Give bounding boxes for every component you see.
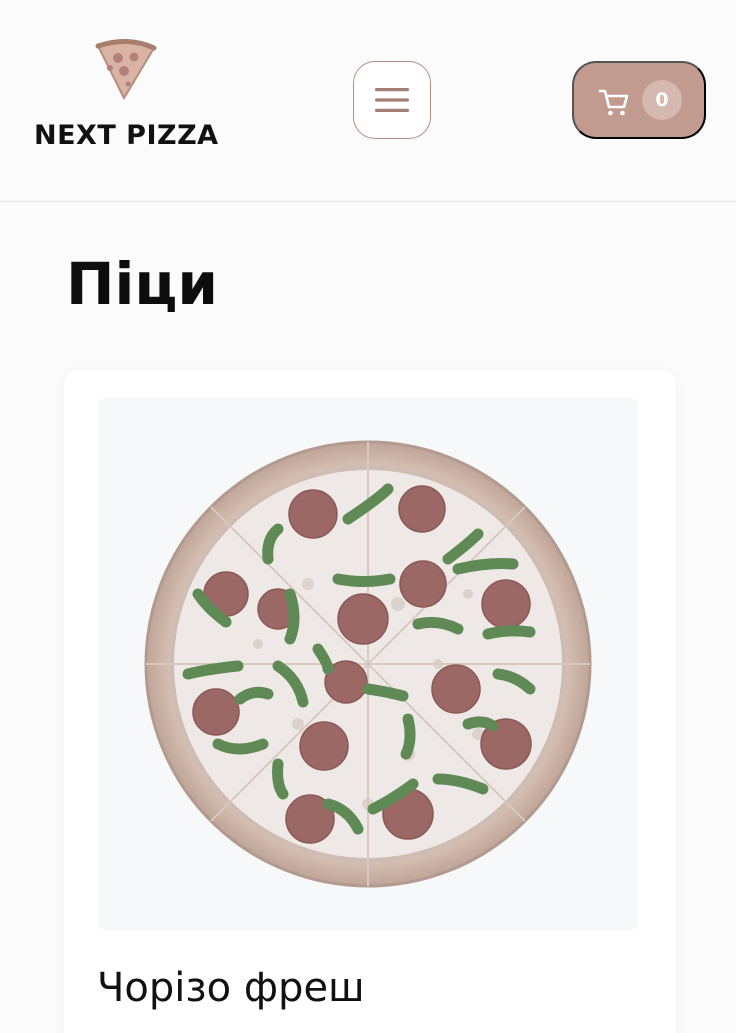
- pizza-image: [144, 440, 592, 888]
- logo-text: NEXT PIZZA: [34, 120, 219, 151]
- logo-link[interactable]: NEXT PIZZA: [30, 36, 230, 156]
- hamburger-menu-icon: [375, 88, 409, 112]
- cart-count-badge: 0: [642, 80, 682, 120]
- page-title: Піци: [66, 250, 219, 318]
- product-name[interactable]: Чорізо фреш: [97, 965, 365, 1011]
- menu-button[interactable]: [353, 61, 431, 139]
- pizza-slice-icon: [95, 39, 157, 101]
- cart-button[interactable]: [572, 61, 706, 139]
- site-header: NEXT PIZZA 0: [0, 0, 736, 202]
- product-image[interactable]: [98, 397, 638, 931]
- cart-icon: [598, 89, 629, 116]
